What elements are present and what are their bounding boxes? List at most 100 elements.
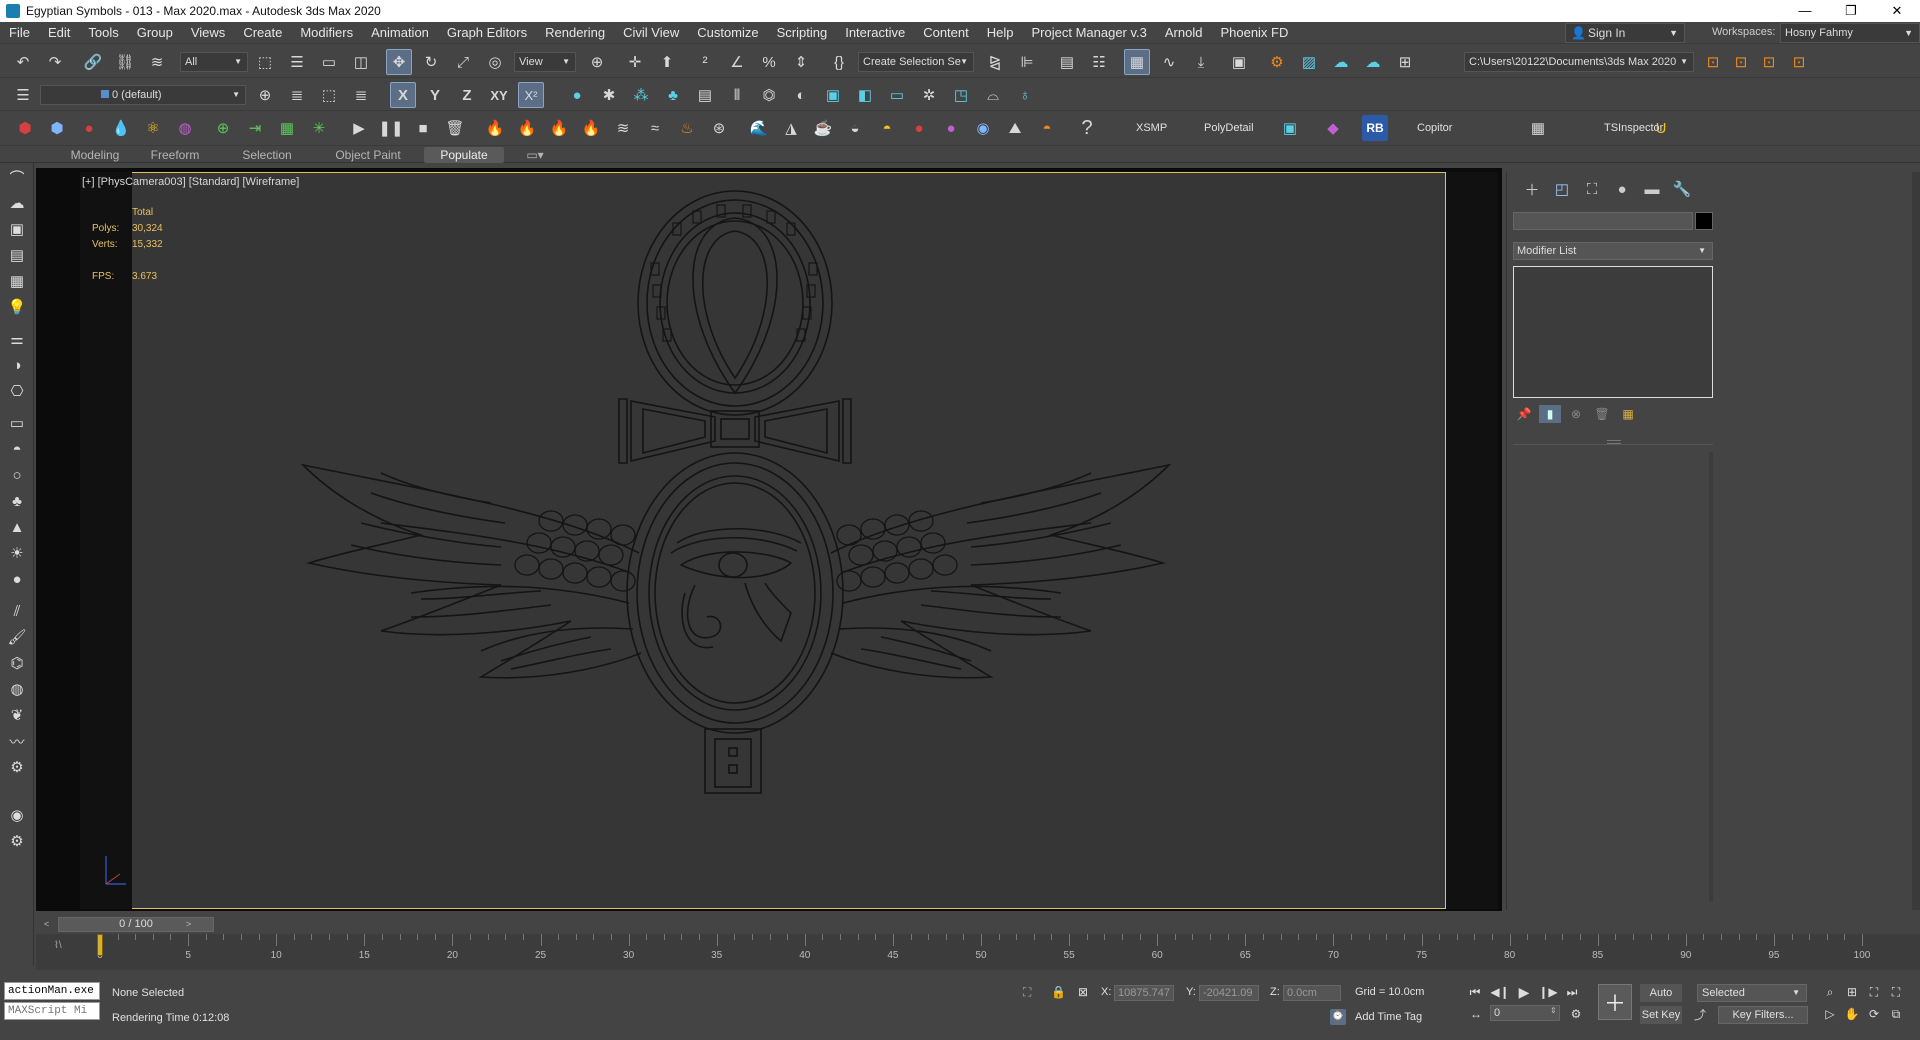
set-key-button[interactable]: Set Key [1640, 1006, 1682, 1024]
project-save-icon[interactable]: ⊡ [1756, 49, 1782, 75]
monitor-icon[interactable]: ▣ [820, 82, 846, 108]
move-icon[interactable]: ✥ [386, 49, 412, 75]
keyboard-shortcut-override-icon[interactable]: ⬆ [654, 49, 680, 75]
tab-selection[interactable]: Selection [232, 147, 302, 163]
tab-modeling[interactable]: Modeling [60, 147, 130, 163]
scale-icon[interactable]: ⤢ [450, 49, 476, 75]
camera-viewport[interactable] [80, 172, 1446, 909]
modify-tab-icon[interactable]: ◰ [1549, 178, 1575, 200]
headphones-icon[interactable]: ◑ [4, 353, 30, 377]
material-editor-icon[interactable]: ▣ [1226, 49, 1252, 75]
menu-civil-view[interactable]: Civil View [614, 22, 688, 44]
table-icon[interactable]: ▦ [4, 269, 30, 293]
lamp-icon[interactable]: ⏣ [756, 82, 782, 108]
tree-icon[interactable]: ♣ [660, 82, 686, 108]
flame-icon[interactable]: ♨ [674, 115, 700, 141]
fire-icon-3[interactable]: 🔥 [546, 115, 572, 141]
fence-icon[interactable]: ⫴ [724, 82, 750, 108]
axis-z-icon[interactable]: Z [454, 82, 480, 108]
angle-snap-icon[interactable]: ∠ [724, 49, 750, 75]
menu-tools[interactable]: Tools [79, 22, 127, 44]
create-tab-icon[interactable]: ＋ [1519, 178, 1545, 200]
box-tool-icon[interactable]: ◳ [948, 82, 974, 108]
modifier-stack[interactable] [1513, 266, 1713, 398]
make-unique-icon[interactable]: ⊗ [1565, 405, 1587, 423]
align-icon[interactable]: ⊫ [1014, 49, 1040, 75]
show-end-result-icon[interactable]: ▮ [1539, 405, 1561, 423]
edit-named-selection-icon[interactable]: {} [826, 49, 852, 75]
rotate-icon[interactable]: ↻ [418, 49, 444, 75]
sign-in-button[interactable]: 👤 Sign In ▼ [1565, 23, 1685, 43]
select-object-icon[interactable]: ⬚ [252, 49, 278, 75]
go-to-end-icon[interactable]: ⏭ [1562, 983, 1582, 1001]
particle-icon[interactable]: ⁂ [628, 82, 654, 108]
image-icon[interactable]: ▣ [4, 217, 30, 241]
key-selection-set-select[interactable]: Selected ▼ [1697, 984, 1807, 1002]
command-panel-scrollbar[interactable] [1709, 452, 1713, 902]
zoom-extents-all-icon[interactable]: ⛶ [1886, 983, 1906, 1001]
minimize-button[interactable]: — [1782, 0, 1828, 22]
hierarchy-tab-icon[interactable]: ⛶ [1579, 178, 1605, 200]
u-plugin-icon[interactable]: U [1648, 115, 1674, 141]
cone-icon[interactable]: ▲ [4, 515, 30, 539]
isolate-selection-icon[interactable]: ⛶ [1023, 985, 1031, 1000]
fire-icon-2[interactable]: 🔥 [514, 115, 540, 141]
render-red-icon[interactable]: ● [76, 115, 102, 141]
pin-stack-icon[interactable]: 📌 [1513, 405, 1535, 423]
vray-sphere-icon[interactable]: ⬢ [44, 115, 70, 141]
orbit-view-icon[interactable]: ⟳ [1864, 1005, 1884, 1023]
scene-explorer-icon[interactable]: ▤ [1054, 49, 1080, 75]
object-color-swatch[interactable] [1695, 212, 1713, 230]
cube-plugin-icon[interactable]: ▣ [1277, 115, 1303, 141]
set-keys-button[interactable]: ＋ [1598, 984, 1632, 1020]
menu-phoenix-fd[interactable]: Phoenix FD [1211, 22, 1297, 44]
previous-frame-icon[interactable]: ◀❙ [1490, 983, 1510, 1001]
project-open-icon[interactable]: ⊡ [1700, 49, 1726, 75]
network-icon[interactable]: ⌬ [4, 651, 30, 675]
current-layer-select[interactable]: 0 (default) ▼ [40, 85, 246, 105]
next-frame-icon[interactable]: ❙▶ [1538, 983, 1558, 1001]
time-playhead[interactable] [97, 934, 103, 956]
workspace-select[interactable]: Hosny Fahmy ▼ [1780, 23, 1920, 43]
render-setup-icon[interactable]: ⚙ [1264, 49, 1290, 75]
gear-tool-icon[interactable]: ✲ [916, 82, 942, 108]
link-icon[interactable]: 🔗 [80, 49, 106, 75]
right-edge-scrollbar[interactable] [1912, 172, 1920, 910]
render-production-icon[interactable]: ☁ [1328, 49, 1354, 75]
reference-coordinate-select[interactable]: View ▼ [514, 52, 576, 72]
key-filters-button[interactable]: Key Filters... [1718, 1006, 1808, 1024]
green-burst-icon[interactable]: ✳ [306, 115, 332, 141]
stop-icon[interactable]: ■ [410, 115, 436, 141]
select-by-name-icon[interactable]: ☰ [284, 49, 310, 75]
play-animation-icon[interactable]: ▶ [1514, 983, 1534, 1001]
object-name-field[interactable] [1513, 212, 1693, 230]
wave-sphere-icon[interactable]: ◉ [970, 115, 996, 141]
lightbulb-icon[interactable]: 💡 [4, 295, 30, 319]
menu-help[interactable]: Help [978, 22, 1023, 44]
default-in-out-tangents-icon[interactable]: ⤴ [1694, 1006, 1706, 1023]
tab-populate[interactable]: Populate [424, 147, 504, 163]
axis-x-icon[interactable]: X [390, 82, 416, 108]
polydetail-button[interactable]: PolyDetail [1204, 122, 1254, 134]
menu-modifiers[interactable]: Modifiers [291, 22, 362, 44]
red-sphere-icon[interactable]: ● [906, 115, 932, 141]
menu-file[interactable]: File [0, 22, 39, 44]
pan-view-icon[interactable]: ✋ [1842, 1005, 1862, 1023]
sunset-icon[interactable]: ◓ [1034, 115, 1060, 141]
close-button[interactable]: ✕ [1874, 0, 1920, 22]
toggle-ribbon-icon[interactable]: ▦ [1124, 49, 1150, 75]
ribbon-options-icon[interactable]: ▭▾ [520, 147, 550, 163]
menu-graph-editors[interactable]: Graph Editors [438, 22, 536, 44]
prev-frame-arrow-icon[interactable]: < [44, 917, 56, 932]
motion-tab-icon[interactable]: ● [1609, 178, 1635, 200]
field-of-view-icon[interactable]: ▷ [1820, 1005, 1840, 1023]
sun-light-icon[interactable]: ☀ [4, 541, 30, 565]
rectangular-selection-icon[interactable]: ▭ [316, 49, 342, 75]
bowl-icon[interactable]: ◒ [842, 115, 868, 141]
tsinspector-icon[interactable]: ▦ [1525, 115, 1551, 141]
list-icon[interactable]: ▤ [692, 82, 718, 108]
sphere-icon[interactable]: ○ [4, 463, 30, 487]
render-in-cloud-icon[interactable]: ☁ [1360, 49, 1386, 75]
absolute-mode-icon[interactable]: ⊠ [1078, 985, 1088, 999]
menu-interactive[interactable]: Interactive [836, 22, 914, 44]
